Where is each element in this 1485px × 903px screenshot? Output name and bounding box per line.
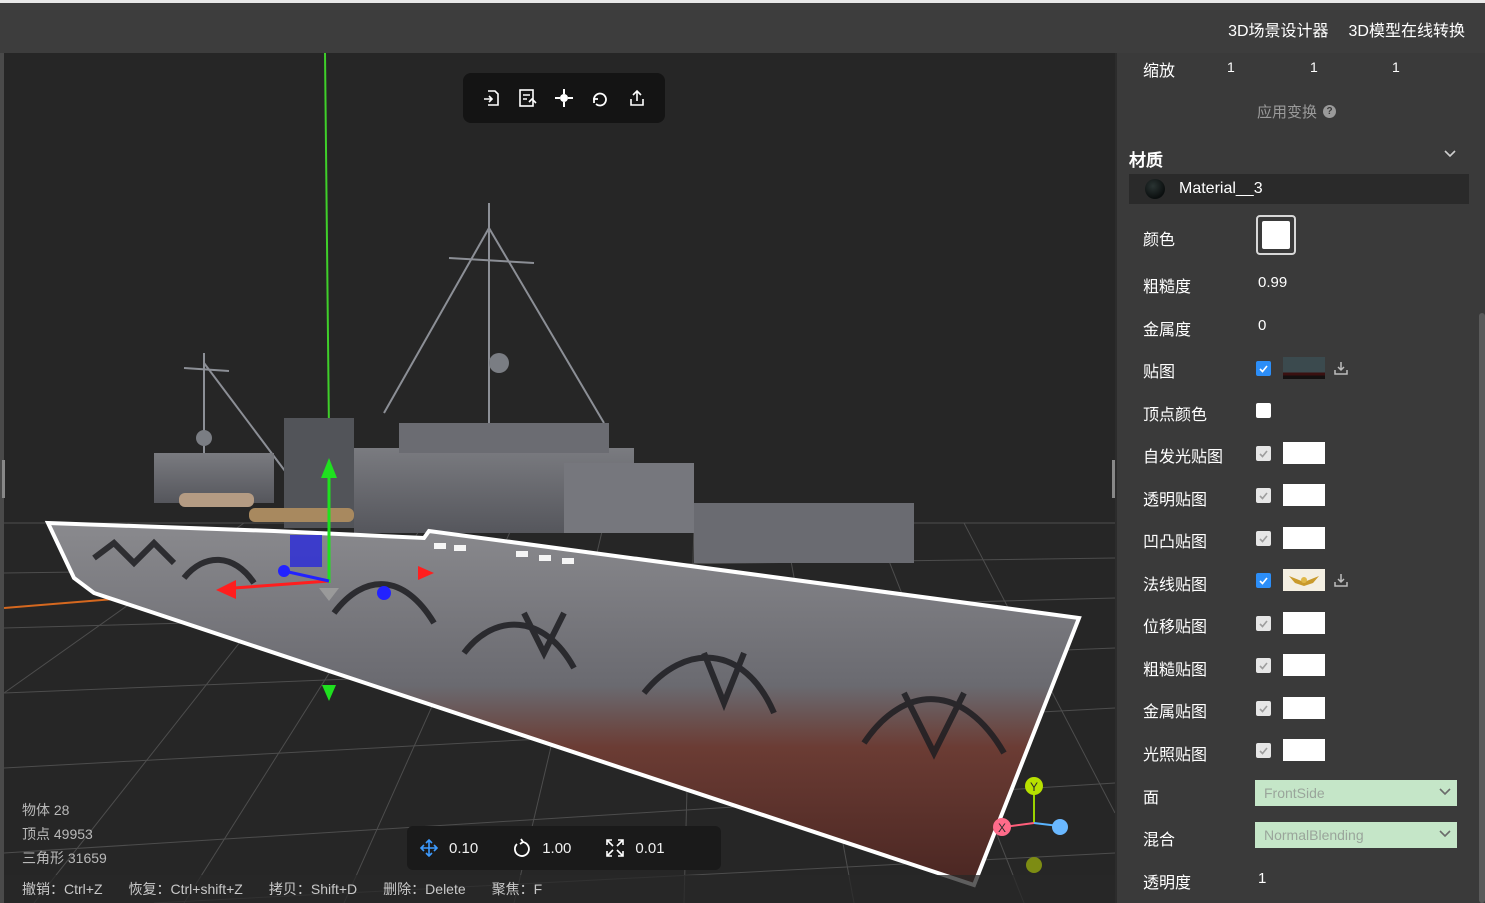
metalness-map-checkbox[interactable] xyxy=(1256,701,1271,716)
move-icon xyxy=(419,838,439,858)
y-axis-line xyxy=(324,53,330,434)
scale-y-value[interactable]: 1 xyxy=(1310,59,1318,75)
map-checkbox[interactable] xyxy=(1256,361,1271,376)
apply-transform-button[interactable]: 应用变换 ? xyxy=(1257,101,1337,122)
center-icon[interactable] xyxy=(550,84,578,112)
material-name: Material__3 xyxy=(1179,180,1263,197)
color-swatch xyxy=(1262,221,1290,249)
roughness-map-checkbox[interactable] xyxy=(1256,658,1271,673)
bump-map-label: 凹凸贴图 xyxy=(1143,534,1208,551)
alpha-map-checkbox[interactable] xyxy=(1256,488,1271,503)
roughness-map-label: 粗糙贴图 xyxy=(1143,662,1208,679)
scene-stats: 物体 28 顶点 49953 三角形 31659 xyxy=(22,798,107,870)
alpha-map-label: 透明贴图 xyxy=(1143,492,1208,509)
scene-canvas[interactable]: Y X xyxy=(4,53,1115,903)
shortcut-redo: 恢复：Ctrl+shift+Z xyxy=(128,881,243,897)
transform-snap-bar: 0.10 1.00 0.01 xyxy=(407,826,721,870)
material-preview-icon xyxy=(1145,179,1165,199)
chevron-down-icon xyxy=(1439,830,1451,838)
scale-value: 0.01 xyxy=(635,839,665,857)
material-section-title: 材质 xyxy=(1129,151,1163,170)
object-count: 物体 28 xyxy=(22,802,70,818)
model-converter-link[interactable]: 3D模型在线转换 xyxy=(1349,17,1465,41)
download-icon[interactable] xyxy=(1333,360,1349,376)
opacity-value[interactable]: 1 xyxy=(1258,870,1266,887)
color-label: 颜色 xyxy=(1143,232,1176,249)
scale-label: 缩放 xyxy=(1143,63,1176,80)
displacement-map-checkbox[interactable] xyxy=(1256,616,1271,631)
download-icon[interactable] xyxy=(1333,572,1349,588)
top-links: 3D场景设计器 3D模型在线转换 xyxy=(1228,17,1465,41)
material-selector[interactable]: Material__3 xyxy=(1129,174,1469,204)
vertex-count: 顶点 49953 xyxy=(22,826,93,842)
translate-snap[interactable]: 0.10 xyxy=(419,838,478,858)
rotate-value: 1.00 xyxy=(542,839,572,857)
alpha-map-thumbnail[interactable] xyxy=(1283,484,1325,506)
map-label: 贴图 xyxy=(1143,364,1176,381)
metalness-map-label: 金属贴图 xyxy=(1143,704,1208,721)
scale-z-value[interactable]: 1 xyxy=(1392,59,1400,75)
triangle-count: 三角形 31659 xyxy=(22,850,107,866)
light-map-label: 光照贴图 xyxy=(1143,747,1208,764)
scale-x-value[interactable]: 1 xyxy=(1227,59,1235,75)
light-map-thumbnail[interactable] xyxy=(1283,739,1325,761)
viewport-toolbar xyxy=(463,73,665,123)
blend-label: 混合 xyxy=(1143,832,1176,849)
panel-scrollbar[interactable] xyxy=(1479,313,1485,903)
map-texture-thumbnail[interactable] xyxy=(1283,357,1325,379)
displacement-map-thumbnail[interactable] xyxy=(1283,612,1325,634)
scale-snap[interactable]: 0.01 xyxy=(605,838,665,858)
roughness-map-thumbnail[interactable] xyxy=(1283,654,1325,676)
scale-icon xyxy=(606,839,625,857)
light-map-checkbox[interactable] xyxy=(1256,743,1271,758)
blend-select-value: NormalBlending xyxy=(1264,827,1364,843)
displacement-map-label: 位移贴图 xyxy=(1143,619,1208,636)
color-picker[interactable] xyxy=(1256,215,1296,255)
emissive-map-checkbox[interactable] xyxy=(1256,446,1271,461)
emissive-map-thumbnail[interactable] xyxy=(1283,442,1325,464)
chevron-down-icon xyxy=(1439,788,1451,796)
axis-x-label: X xyxy=(998,821,1006,835)
left-resize-handle[interactable] xyxy=(2,460,5,498)
shortcut-undo: 撤销：Ctrl+Z xyxy=(22,881,103,897)
metalness-map-thumbnail[interactable] xyxy=(1283,697,1325,719)
metalness-value[interactable]: 0 xyxy=(1258,317,1266,334)
rotate-icon xyxy=(514,838,530,857)
3d-viewport[interactable]: Y X 物体 28 顶点 49953 三角形 31659 0.10 1.00 0… xyxy=(0,53,1115,903)
import-icon[interactable] xyxy=(477,84,505,112)
top-bar: 3D场景设计器 3D模型在线转换 xyxy=(0,0,1485,53)
rotate-snap[interactable]: 1.00 xyxy=(512,838,571,858)
export-scene-icon[interactable] xyxy=(514,84,542,112)
translate-value: 0.10 xyxy=(449,839,479,857)
bump-map-thumbnail[interactable] xyxy=(1283,527,1325,549)
normal-map-label: 法线贴图 xyxy=(1143,577,1208,594)
blend-select[interactable]: NormalBlending xyxy=(1255,822,1457,848)
shortcut-copy: 拷贝：Shift+D xyxy=(268,881,358,897)
normal-map-thumbnail[interactable] xyxy=(1283,569,1325,591)
shortcut-hints: 撤销：Ctrl+Z 恢复：Ctrl+shift+Z 拷贝：Shift+D 删除：… xyxy=(4,875,1115,903)
side-label: 面 xyxy=(1143,790,1160,807)
normal-map-checkbox[interactable] xyxy=(1256,573,1271,588)
chevron-down-icon[interactable] xyxy=(1443,149,1457,159)
apply-transform-label: 应用变换 xyxy=(1257,104,1318,121)
properties-panel: 缩放 1 1 1 应用变换 ? 材质 Material__3 颜色 粗糙度 0.… xyxy=(1115,53,1485,903)
help-icon[interactable]: ? xyxy=(1323,105,1337,118)
vertex-color-label: 顶点颜色 xyxy=(1143,407,1208,424)
emblem-icon xyxy=(1289,576,1319,586)
vertex-color-checkbox[interactable] xyxy=(1256,403,1271,418)
bump-map-checkbox[interactable] xyxy=(1256,531,1271,546)
axis-y-label: Y xyxy=(1030,780,1038,794)
roughness-label: 粗糙度 xyxy=(1143,279,1192,296)
shortcut-delete: 删除：Delete xyxy=(383,881,466,897)
roughness-value[interactable]: 0.99 xyxy=(1258,274,1287,291)
side-select[interactable]: FrontSide xyxy=(1255,780,1457,806)
reset-icon[interactable] xyxy=(586,84,614,112)
side-select-value: FrontSide xyxy=(1264,785,1325,801)
metalness-label: 金属度 xyxy=(1143,322,1192,339)
scene-designer-link[interactable]: 3D场景设计器 xyxy=(1228,17,1328,41)
shortcut-focus: 聚焦：F xyxy=(491,881,543,897)
emissive-map-label: 自发光贴图 xyxy=(1143,449,1224,466)
share-icon[interactable] xyxy=(623,84,651,112)
opacity-label: 透明度 xyxy=(1143,875,1192,892)
